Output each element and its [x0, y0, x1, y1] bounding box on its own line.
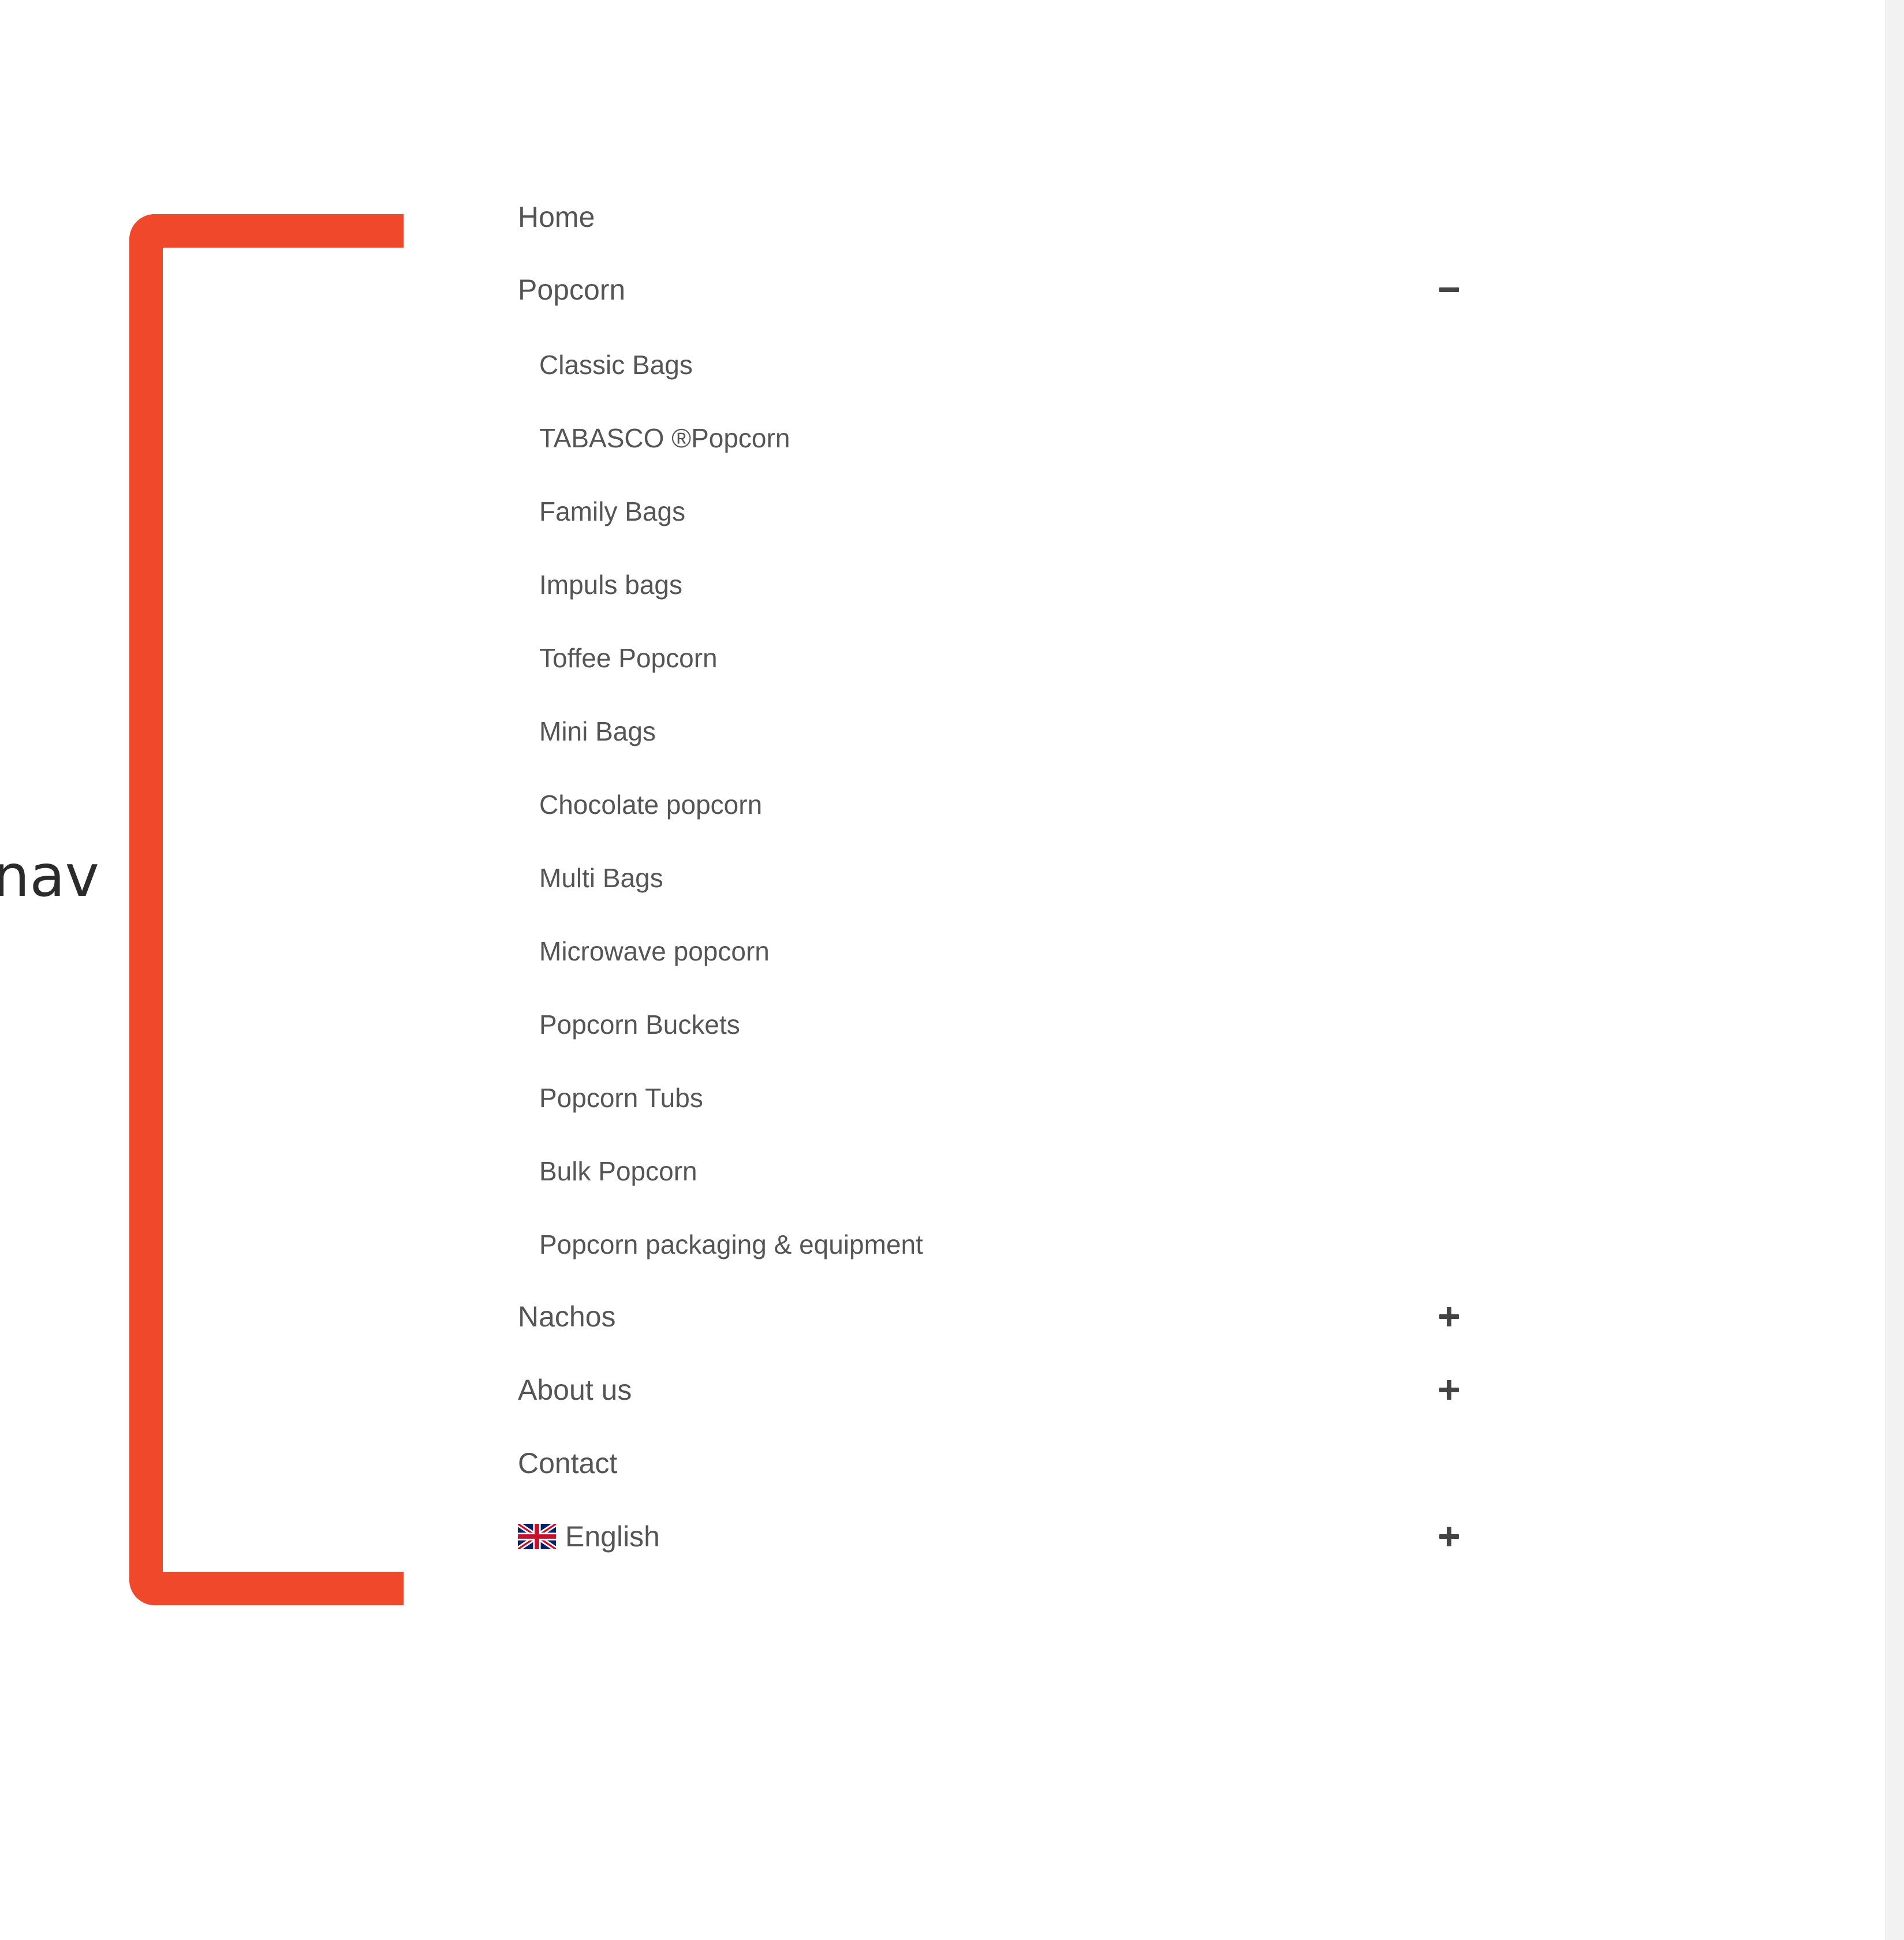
submenu-item-label: Impuls bags — [539, 570, 683, 600]
menu-item-label: English — [565, 1520, 660, 1553]
submenu-item-label: Popcorn Buckets — [539, 1010, 740, 1040]
submenu-item-label: Classic Bags — [539, 350, 693, 380]
submenu-item-label: Chocolate popcorn — [539, 790, 763, 820]
menu-item-about-us[interactable]: About us — [518, 1358, 1465, 1422]
plus-icon[interactable] — [1439, 1527, 1459, 1546]
menu-item-label: About us — [518, 1374, 632, 1406]
submenu-item-label: Multi Bags — [539, 863, 663, 893]
page: nav Home Popcorn Classic Bags TABASCO ®P… — [0, 0, 1904, 1940]
submenu-item-label: Popcorn Tubs — [539, 1083, 703, 1113]
uk-flag-icon — [518, 1524, 556, 1549]
submenu-item-impuls-bags[interactable]: Impuls bags — [518, 553, 1465, 616]
submenu-item-label: Family Bags — [539, 496, 686, 526]
menu-item-contact[interactable]: Contact — [518, 1431, 1465, 1495]
submenu-item-bulk-popcorn[interactable]: Bulk Popcorn — [518, 1139, 1465, 1203]
submenu-item-label: TABASCO ®Popcorn — [539, 423, 790, 453]
submenu-item-microwave-popcorn[interactable]: Microwave popcorn — [518, 919, 1465, 983]
menu-item-language[interactable]: English — [518, 1505, 1465, 1568]
scrollbar-track[interactable] — [1885, 0, 1904, 1940]
highlight-bracket — [129, 214, 404, 1605]
submenu-item-chocolate-popcorn[interactable]: Chocolate popcorn — [518, 773, 1465, 836]
submenu-item-label: Microwave popcorn — [539, 936, 770, 966]
menu-item-nachos[interactable]: Nachos — [518, 1285, 1465, 1348]
menu-item-label: Home — [518, 201, 595, 233]
plus-icon[interactable] — [1439, 1380, 1459, 1400]
submenu-item-popcorn-packaging[interactable]: Popcorn packaging & equipment — [518, 1213, 1465, 1276]
minus-icon[interactable] — [1439, 280, 1459, 300]
submenu-item-classic-bags[interactable]: Classic Bags — [518, 333, 1465, 397]
menu-item-label: Nachos — [518, 1300, 616, 1333]
submenu-item-tabasco-popcorn[interactable]: TABASCO ®Popcorn — [518, 406, 1465, 470]
submenu-item-label: Popcorn packaging & equipment — [539, 1229, 923, 1259]
submenu-item-toffee-popcorn[interactable]: Toffee Popcorn — [518, 626, 1465, 690]
submenu-item-popcorn-buckets[interactable]: Popcorn Buckets — [518, 993, 1465, 1056]
submenu-item-label: Toffee Popcorn — [539, 643, 718, 673]
plus-icon[interactable] — [1439, 1307, 1459, 1326]
menu-item-popcorn[interactable]: Popcorn — [518, 258, 1465, 322]
submenu-item-label: Bulk Popcorn — [539, 1156, 697, 1186]
submenu-item-popcorn-tubs[interactable]: Popcorn Tubs — [518, 1066, 1465, 1130]
side-label: nav — [0, 842, 99, 910]
submenu-item-label: Mini Bags — [539, 716, 656, 746]
submenu-item-multi-bags[interactable]: Multi Bags — [518, 846, 1465, 910]
submenu-item-family-bags[interactable]: Family Bags — [518, 480, 1465, 543]
submenu-item-mini-bags[interactable]: Mini Bags — [518, 700, 1465, 763]
menu-item-label: Contact — [518, 1447, 618, 1479]
menu-item-label: Popcorn — [518, 274, 626, 306]
menu-item-home[interactable]: Home — [518, 185, 1465, 249]
